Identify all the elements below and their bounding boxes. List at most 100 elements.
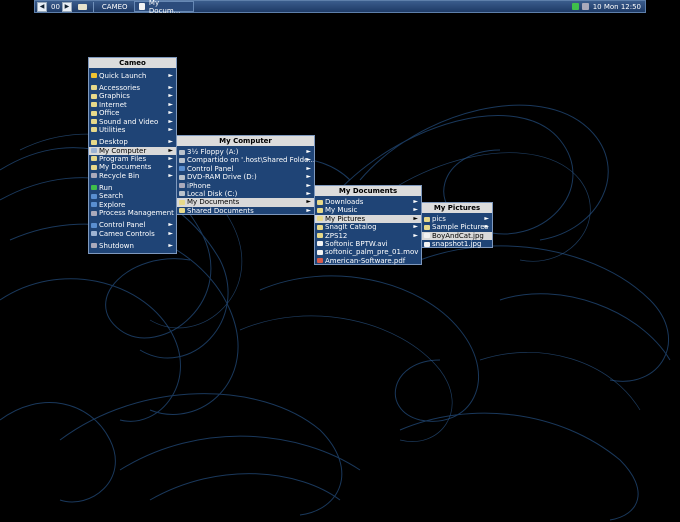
menu-item-floppy[interactable]: 3½ Floppy (A:) ► bbox=[177, 148, 314, 156]
menu-item-label: American-Software.pdf bbox=[325, 256, 406, 265]
menu-item-office[interactable]: Office ► bbox=[89, 109, 176, 117]
menu-item-label: snapshot1.jpg bbox=[432, 240, 482, 249]
submenu-arrow-icon: ► bbox=[168, 221, 173, 229]
menu-item-desktop[interactable]: Desktop ► bbox=[89, 138, 176, 146]
menu-item-label: Downloads bbox=[325, 198, 364, 206]
menu-item-downloads[interactable]: Downloads ► bbox=[315, 198, 421, 206]
menu-item-label: Graphics bbox=[99, 92, 130, 101]
volume-icon[interactable] bbox=[581, 3, 589, 10]
folder-icon bbox=[179, 199, 185, 205]
menu-item-shared-documents[interactable]: Shared Documents ► bbox=[177, 207, 314, 215]
clock[interactable]: 10 Mon 12:50 bbox=[593, 3, 641, 11]
menu-item-snagit-catalog[interactable]: SnagIt Catalog ► bbox=[315, 223, 421, 231]
submenu-arrow-icon: ► bbox=[168, 241, 173, 249]
menu-item-sound-and-video[interactable]: Sound and Video ► bbox=[89, 118, 176, 126]
menu-item-my-documents[interactable]: My Documents ► bbox=[89, 163, 176, 171]
menu-item-shared-folder[interactable]: Compartido on '.host\Shared Folde... ► bbox=[177, 156, 314, 164]
submenu-arrow-icon: ► bbox=[484, 215, 489, 222]
menu-item-dvd-drive[interactable]: DVD-RAM Drive (D:) ► bbox=[177, 173, 314, 181]
submenu-arrow-icon: ► bbox=[306, 181, 311, 189]
menu-item-search[interactable]: Search bbox=[89, 192, 176, 200]
menu-item-accessories[interactable]: Accessories ► bbox=[89, 84, 176, 92]
menu-item-utilities[interactable]: Utilities ► bbox=[89, 126, 176, 134]
menu-item-program-files[interactable]: Program Files ► bbox=[89, 155, 176, 163]
menu-item-label: My Music bbox=[325, 206, 358, 215]
submenu-arrow-icon: ► bbox=[306, 198, 311, 206]
menu-item-sample-pictures[interactable]: Sample Pictures ► bbox=[422, 223, 492, 231]
menu-item-label: Desktop bbox=[99, 138, 128, 147]
menu-item-label: Sound and Video bbox=[99, 117, 159, 126]
menu-item-softonic-mov[interactable]: softonic_palm_pre_01.mov bbox=[315, 248, 421, 256]
folder-icon bbox=[317, 207, 323, 213]
folder-icon bbox=[91, 164, 97, 170]
folder-icon bbox=[91, 127, 97, 133]
menu-item-label: ZPS12 bbox=[325, 231, 348, 240]
submenu-arrow-icon: ► bbox=[168, 92, 173, 100]
floppy-icon bbox=[179, 149, 185, 155]
image-file-icon bbox=[424, 241, 430, 247]
menu-item-label: 3½ Floppy (A:) bbox=[187, 148, 239, 156]
network-drive-icon bbox=[179, 157, 185, 163]
menu-item-zps12[interactable]: ZPS12 ► bbox=[315, 232, 421, 240]
network-icon[interactable] bbox=[571, 3, 579, 10]
menu-item-my-music[interactable]: My Music ► bbox=[315, 206, 421, 214]
pdf-file-icon bbox=[317, 258, 323, 264]
menu-item-process-management[interactable]: Process Management bbox=[89, 209, 176, 217]
menu-item-control-panel[interactable]: Control Panel ► bbox=[89, 221, 176, 229]
menu-item-label: Quick Launch bbox=[99, 71, 147, 80]
start-button[interactable]: CAMEO bbox=[102, 3, 128, 11]
prev-desktop-button[interactable]: ◀ bbox=[37, 1, 47, 12]
menu-item-run[interactable]: Run bbox=[89, 184, 176, 192]
submenu-arrow-icon: ► bbox=[306, 148, 311, 155]
folder-icon bbox=[317, 224, 323, 230]
my-documents-menu-title: My Documents bbox=[315, 186, 421, 196]
submenu-arrow-icon: ► bbox=[168, 138, 173, 146]
folder-icon bbox=[91, 93, 97, 99]
menu-item-my-documents[interactable]: My Documents ► bbox=[177, 198, 314, 207]
menu-item-control-panel[interactable]: Control Panel ► bbox=[177, 165, 314, 173]
menu-item-internet[interactable]: Internet ► bbox=[89, 101, 176, 109]
dvd-drive-icon bbox=[179, 174, 185, 180]
taskbar-task-my-documents[interactable]: My Docum... bbox=[133, 0, 194, 15]
desktop-number[interactable]: 00 bbox=[51, 3, 60, 11]
image-file-icon bbox=[424, 233, 430, 239]
menu-item-my-pictures[interactable]: My Pictures ► bbox=[315, 214, 421, 224]
menu-item-cameo-controls[interactable]: Cameo Controls ► bbox=[89, 230, 176, 238]
menu-item-local-disk[interactable]: Local Disk (C:) ► bbox=[177, 190, 314, 198]
menu-item-label: My Documents bbox=[99, 163, 152, 172]
menu-item-label: Explore bbox=[99, 200, 126, 209]
folder-icon bbox=[317, 233, 323, 239]
disk-icon bbox=[179, 191, 185, 197]
submenu-arrow-icon: ► bbox=[168, 71, 173, 79]
menu-item-graphics[interactable]: Graphics ► bbox=[89, 92, 176, 100]
submenu-arrow-icon: ► bbox=[168, 163, 173, 171]
menu-item-label: Shutdown bbox=[99, 241, 134, 250]
menu-item-pics[interactable]: pics ► bbox=[422, 215, 492, 223]
system-tray: 10 Mon 12:50 bbox=[569, 3, 645, 11]
submenu-arrow-icon: ► bbox=[413, 214, 418, 222]
explore-icon bbox=[91, 202, 97, 208]
folder-icon bbox=[91, 119, 97, 125]
menu-item-american-software-pdf[interactable]: American-Software.pdf bbox=[315, 257, 421, 265]
menu-item-softonic-avi[interactable]: Softonic BPTW.avi bbox=[315, 240, 421, 248]
menu-item-label: Control Panel bbox=[99, 221, 146, 230]
menu-item-boyandcat-jpg[interactable]: BoyAndCat.jpg bbox=[422, 231, 492, 241]
menu-item-explore[interactable]: Explore bbox=[89, 201, 176, 209]
menu-item-label: BoyAndCat.jpg bbox=[432, 231, 484, 240]
menu-item-snapshot1-jpg[interactable]: snapshot1.jpg bbox=[422, 240, 492, 248]
menu-item-shutdown[interactable]: Shutdown ► bbox=[89, 242, 176, 250]
folder-icon[interactable] bbox=[77, 3, 87, 10]
menu-item-recycle-bin[interactable]: Recycle Bin ► bbox=[89, 172, 176, 180]
menu-item-my-computer[interactable]: My Computer ► bbox=[89, 146, 176, 155]
process-icon bbox=[91, 210, 97, 216]
folder-icon bbox=[91, 85, 97, 91]
menu-item-quick-launch[interactable]: Quick Launch ► bbox=[89, 72, 176, 80]
menu-item-iphone[interactable]: iPhone ► bbox=[177, 182, 314, 190]
menu-item-label: SnagIt Catalog bbox=[325, 223, 377, 232]
taskbar: ◀ 00 ▶ CAMEO My Docum... 10 Mon 12:50 bbox=[34, 0, 646, 15]
submenu-arrow-icon: ► bbox=[306, 206, 311, 214]
next-desktop-button[interactable]: ▶ bbox=[61, 1, 72, 12]
submenu-arrow-icon: ► bbox=[413, 198, 418, 205]
submenu-arrow-icon: ► bbox=[306, 189, 311, 197]
phone-icon bbox=[179, 183, 185, 189]
